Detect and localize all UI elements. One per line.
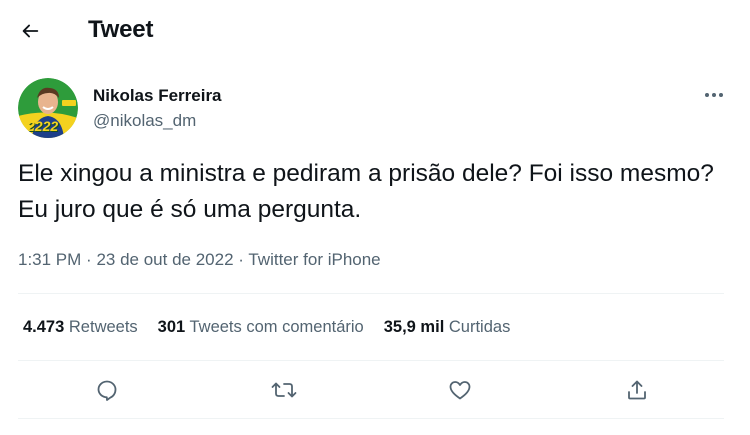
more-options-button[interactable] — [700, 84, 728, 106]
tweet-date[interactable]: 23 de out de 2022 — [96, 250, 233, 269]
likes-stat[interactable]: 35,9 mil Curtidas — [384, 318, 511, 337]
share-icon — [628, 380, 646, 400]
like-button[interactable] — [440, 370, 480, 410]
tweet-meta: 1:31 PM · 23 de out de 2022 · Twitter fo… — [18, 250, 381, 270]
reply-icon — [97, 380, 117, 401]
divider — [18, 418, 724, 419]
page-title: Tweet — [88, 16, 154, 43]
like-icon — [449, 381, 471, 400]
divider — [18, 360, 724, 361]
tweet-text: Ele xingou a ministra e pediram a prisão… — [18, 160, 714, 223]
meta-separator: · — [86, 250, 92, 269]
tweet-stats: 4.473 Retweets 301 Tweets com comentário 3… — [23, 318, 530, 337]
retweet-button[interactable] — [264, 370, 304, 410]
likes-label: Curtidas — [448, 318, 511, 336]
tweet-actions — [0, 370, 750, 410]
avatar-badge-number: 2222 — [27, 118, 59, 134]
tweet-source[interactable]: Twitter for iPhone — [248, 250, 380, 269]
quotes-stat[interactable]: 301 Tweets com comentário — [158, 318, 364, 337]
arrow-left-icon — [22, 24, 39, 38]
meta-separator: · — [238, 250, 244, 269]
retweets-stat[interactable]: 4.473 Retweets — [23, 318, 138, 337]
tweet-header: Tweet — [0, 0, 750, 60]
quotes-count: 301 — [157, 318, 186, 336]
retweets-label: Retweets — [68, 318, 138, 336]
retweet-icon — [271, 382, 297, 398]
quotes-label: Tweets com comentário — [189, 318, 364, 336]
retweets-count: 4.473 — [23, 318, 65, 336]
tweet-time[interactable]: 1:31 PM — [18, 250, 81, 269]
avatar[interactable]: 2222 — [18, 78, 78, 138]
author-name[interactable]: Nikolas Ferreira — [93, 86, 222, 106]
author-handle[interactable]: @nikolas_dm — [93, 111, 196, 131]
share-button[interactable] — [617, 370, 657, 410]
likes-count: 35,9 mil — [383, 318, 445, 336]
reply-button[interactable] — [87, 370, 127, 410]
more-horizontal-icon — [705, 93, 723, 97]
back-button[interactable] — [12, 13, 48, 49]
divider — [18, 293, 724, 294]
